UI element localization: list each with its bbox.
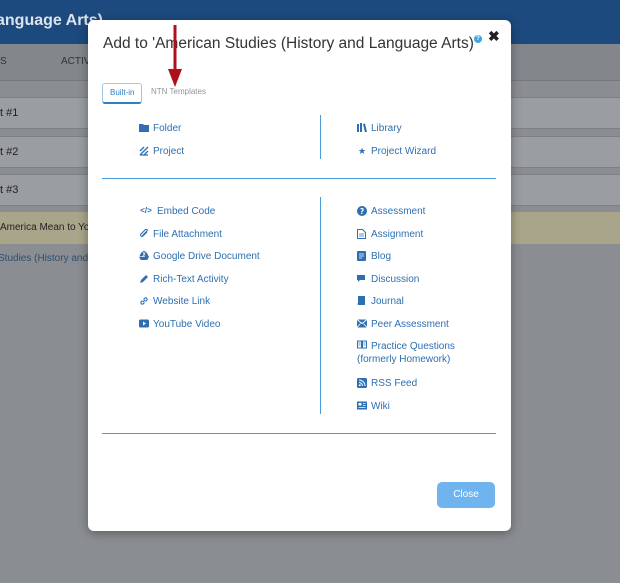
question-icon: ? xyxy=(357,206,367,216)
add-rss-feed-item[interactable]: RSS Feed xyxy=(357,378,417,389)
add-content-dialog: Add to 'American Studies (History and La… xyxy=(88,20,511,531)
library-icon xyxy=(357,123,367,133)
pencil-icon xyxy=(139,274,149,284)
item-label: Assignment xyxy=(371,229,424,240)
add-folder-item[interactable]: Folder xyxy=(139,123,181,134)
item-label: Journal xyxy=(371,296,404,307)
section-divider xyxy=(102,433,496,434)
item-label: Assessment xyxy=(371,206,426,217)
item-label: Embed Code xyxy=(157,206,216,217)
add-wiki-item[interactable]: Wiki xyxy=(357,401,390,412)
journal-icon xyxy=(357,296,367,306)
annotation-arrow-icon xyxy=(168,25,182,87)
add-file-attachment-item[interactable]: File Attachment xyxy=(139,229,222,240)
item-label: Practice Questions (formerly Homework) xyxy=(357,341,455,365)
rss-icon xyxy=(357,378,367,388)
column-divider xyxy=(320,115,321,159)
item-label: Blog xyxy=(371,251,392,262)
item-label: Project xyxy=(153,146,185,157)
list-item-label: t #1 xyxy=(0,107,19,119)
item-label: Discussion xyxy=(371,274,420,285)
add-youtube-video-item[interactable]: YouTube Video xyxy=(139,319,220,330)
help-icon[interactable]: ? xyxy=(474,35,482,43)
list-item-label: t #2 xyxy=(0,146,19,158)
item-label: File Attachment xyxy=(153,229,222,240)
code-icon: </> xyxy=(140,206,152,215)
add-blog-item[interactable]: Blog xyxy=(357,251,391,262)
add-rich-text-item[interactable]: Rich-Text Activity xyxy=(139,274,229,285)
svg-text:?: ? xyxy=(360,207,364,216)
practice-questions-icon xyxy=(357,340,367,350)
course-link[interactable]: Studies (History and xyxy=(0,253,88,264)
tab-s[interactable]: S xyxy=(0,56,7,67)
item-label: RSS Feed xyxy=(371,378,418,389)
add-project-item[interactable]: Project xyxy=(139,146,184,157)
google-drive-icon xyxy=(139,251,149,261)
add-practice-questions-item[interactable]: Practice Questions (formerly Homework) xyxy=(357,340,497,366)
add-project-wizard-item[interactable]: ★ Project Wizard xyxy=(357,146,436,157)
discussion-icon xyxy=(357,274,367,284)
item-label: Folder xyxy=(153,123,182,134)
close-button[interactable]: Close xyxy=(437,482,495,508)
add-peer-assessment-item[interactable]: Peer Assessment xyxy=(357,319,449,330)
list-item-label: t #3 xyxy=(0,184,19,196)
project-icon xyxy=(139,146,149,156)
dialog-title: Add to 'American Studies (History and La… xyxy=(103,35,477,52)
star-icon: ★ xyxy=(357,146,367,156)
close-icon[interactable]: ✖ xyxy=(488,28,500,45)
document-icon xyxy=(357,229,367,239)
folder-icon xyxy=(139,123,149,133)
blog-icon xyxy=(357,251,367,261)
section-divider xyxy=(102,178,496,179)
tab-activities[interactable]: ACTIV xyxy=(61,56,90,67)
peer-assessment-icon xyxy=(357,319,367,329)
item-label: Wiki xyxy=(371,401,390,412)
add-assessment-item[interactable]: ? Assessment xyxy=(357,206,425,217)
add-assignment-item[interactable]: Assignment xyxy=(357,229,423,240)
add-website-link-item[interactable]: Website Link xyxy=(139,296,210,307)
item-label: Google Drive Document xyxy=(153,251,260,262)
tab-ntn-templates[interactable]: NTN Templates xyxy=(144,83,213,101)
add-embed-code-item[interactable]: </> Embed Code xyxy=(139,206,215,217)
tab-built-in[interactable]: Built-in xyxy=(102,83,143,104)
item-label: Website Link xyxy=(153,296,211,307)
add-journal-item[interactable]: Journal xyxy=(357,296,404,307)
wiki-icon xyxy=(357,401,367,411)
item-label: Project Wizard xyxy=(371,146,437,157)
paperclip-icon xyxy=(139,229,149,239)
link-icon xyxy=(139,296,149,306)
item-label: Peer Assessment xyxy=(371,319,449,330)
column-divider xyxy=(320,197,321,414)
highlighted-item-label: America Mean to Yo xyxy=(0,222,90,233)
add-discussion-item[interactable]: Discussion xyxy=(357,274,419,285)
add-library-item[interactable]: Library xyxy=(357,123,402,134)
add-google-drive-item[interactable]: Google Drive Document xyxy=(139,251,260,262)
item-label: Rich-Text Activity xyxy=(153,274,229,285)
item-label: Library xyxy=(371,123,402,134)
item-label: YouTube Video xyxy=(153,319,221,330)
youtube-icon xyxy=(139,319,149,329)
